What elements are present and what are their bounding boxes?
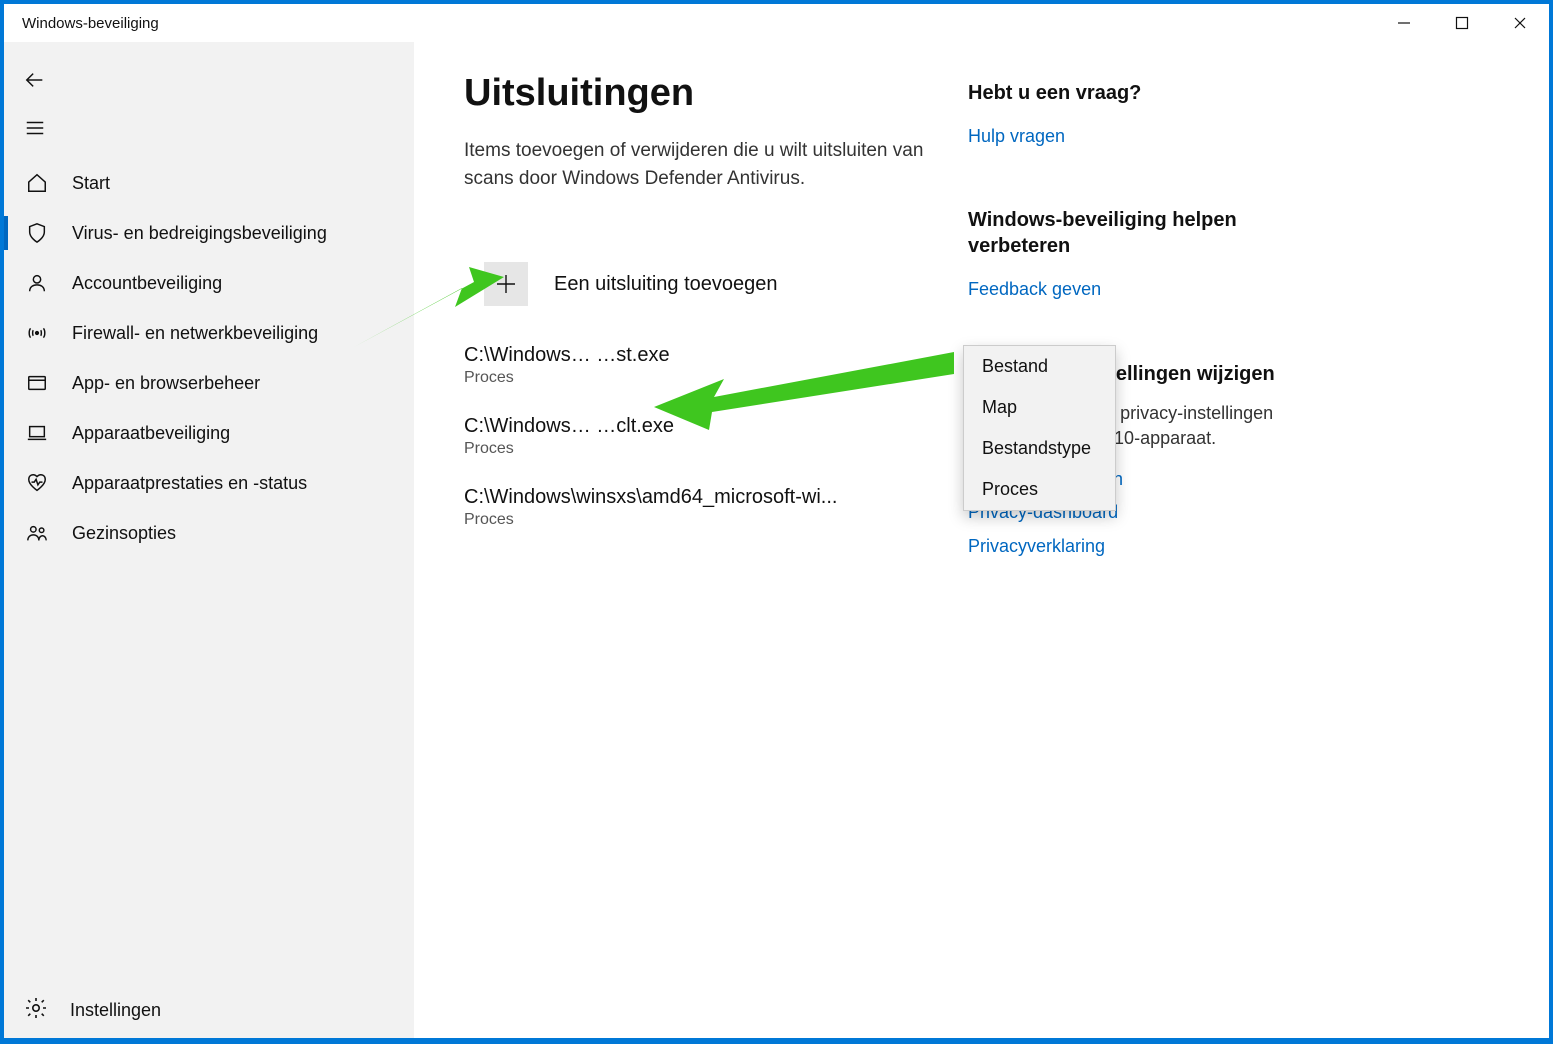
gear-icon <box>24 996 48 1025</box>
exclusion-type-dropdown: Bestand Map Bestandstype Proces <box>963 345 1116 511</box>
content-column: Uitsluitingen Items toevoegen of verwijd… <box>464 72 944 1038</box>
window-icon <box>24 372 50 394</box>
dropdown-item-filetype[interactable]: Bestandstype <box>964 428 1115 469</box>
dropdown-item-folder[interactable]: Map <box>964 387 1115 428</box>
plus-icon <box>494 272 518 296</box>
add-exclusion-button[interactable] <box>484 262 528 306</box>
sidebar-settings-label: Instellingen <box>70 1000 161 1021</box>
right-column: Hebt u een vraag? Hulp vragen Windows-be… <box>968 72 1308 1038</box>
sidebar-item-label: Virus- en bedreigingsbeveiliging <box>72 223 327 244</box>
sidebar-item-label: Gezinsopties <box>72 523 176 544</box>
dropdown-item-file[interactable]: Bestand <box>964 346 1115 387</box>
heart-icon <box>24 472 50 494</box>
signal-icon <box>24 322 50 344</box>
shield-icon <box>24 222 50 244</box>
privacy-statement-link[interactable]: Privacyverklaring <box>968 530 1308 563</box>
window-controls <box>1375 4 1549 42</box>
sidebar-item-account[interactable]: Accountbeveiliging <box>4 258 414 308</box>
exclusion-item[interactable]: C:\Windows\winsxs\amd64_microsoft-wi... … <box>464 486 944 529</box>
exclusion-path: C:\Windows… …clt.exe <box>464 415 894 438</box>
sidebar-item-label: Apparaatbeveiliging <box>72 423 230 444</box>
sidebar-settings[interactable]: Instellingen <box>4 982 414 1038</box>
exclusion-type: Proces <box>464 369 944 387</box>
window-title: Windows-beveiliging <box>22 15 159 32</box>
sidebar: Start Virus- en bedreigingsbeveiliging A… <box>4 42 414 1038</box>
laptop-icon <box>24 422 50 444</box>
improve-heading: Windows-beveiliging helpen verbeteren <box>968 207 1308 259</box>
add-exclusion-label: Een uitsluiting toevoegen <box>554 273 778 296</box>
maximize-button[interactable] <box>1433 4 1491 42</box>
back-button[interactable] <box>4 56 414 104</box>
page-title: Uitsluitingen <box>464 72 944 115</box>
sidebar-item-virus[interactable]: Virus- en bedreigingsbeveiliging <box>4 208 414 258</box>
titlebar: Windows-beveiliging <box>4 4 1549 42</box>
sidebar-item-firewall[interactable]: Firewall- en netwerkbeveiliging <box>4 308 414 358</box>
exclusion-item[interactable]: C:\Windows… …st.exe Proces <box>464 344 944 387</box>
sidebar-item-start[interactable]: Start <box>4 158 414 208</box>
add-exclusion-row[interactable]: Een uitsluiting toevoegen <box>464 262 944 306</box>
exclusion-path: C:\Windows\winsxs\amd64_microsoft-wi... <box>464 486 894 509</box>
exclusion-path: C:\Windows… …st.exe <box>464 344 894 367</box>
sidebar-item-label: App- en browserbeheer <box>72 373 260 394</box>
sidebar-items: Start Virus- en bedreigingsbeveiliging A… <box>4 158 414 558</box>
sidebar-item-label: Start <box>72 173 110 194</box>
window: Windows-beveiliging Start Virus- en bedr… <box>4 4 1549 1038</box>
minimize-button[interactable] <box>1375 4 1433 42</box>
sidebar-item-device-security[interactable]: Apparaatbeveiliging <box>4 408 414 458</box>
sidebar-item-label: Firewall- en netwerkbeveiliging <box>72 323 318 344</box>
feedback-link[interactable]: Feedback geven <box>968 273 1308 306</box>
home-icon <box>24 172 50 194</box>
page-description: Items toevoegen of verwijderen die u wil… <box>464 137 944 192</box>
help-link[interactable]: Hulp vragen <box>968 120 1308 153</box>
exclusion-item[interactable]: C:\Windows… …clt.exe Proces <box>464 415 944 458</box>
sidebar-item-app-browser[interactable]: App- en browserbeheer <box>4 358 414 408</box>
sidebar-item-label: Apparaatprestaties en -status <box>72 473 307 494</box>
people-icon <box>24 522 50 544</box>
help-section: Hebt u een vraag? Hulp vragen <box>968 80 1308 153</box>
main-area: Uitsluitingen Items toevoegen of verwijd… <box>414 42 1549 1038</box>
improve-section: Windows-beveiliging helpen verbeteren Fe… <box>968 207 1308 306</box>
sidebar-item-label: Accountbeveiliging <box>72 273 222 294</box>
exclusion-type: Proces <box>464 511 944 529</box>
sidebar-item-family[interactable]: Gezinsopties <box>4 508 414 558</box>
help-heading: Hebt u een vraag? <box>968 80 1308 106</box>
close-button[interactable] <box>1491 4 1549 42</box>
hamburger-button[interactable] <box>4 104 414 152</box>
sidebar-item-health[interactable]: Apparaatprestaties en -status <box>4 458 414 508</box>
dropdown-item-process[interactable]: Proces <box>964 469 1115 510</box>
exclusion-type: Proces <box>464 440 944 458</box>
person-icon <box>24 272 50 294</box>
